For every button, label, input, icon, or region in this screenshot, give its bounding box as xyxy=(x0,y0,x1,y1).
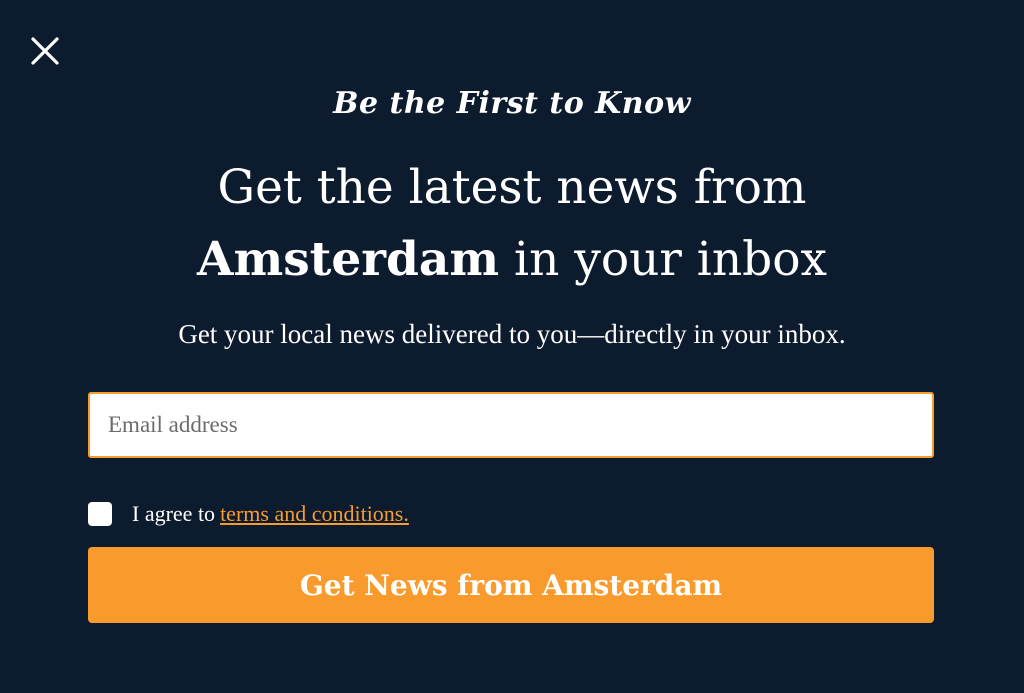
agree-label: I agree to xyxy=(132,501,216,526)
agree-row: I agree to terms and conditions. xyxy=(88,498,409,530)
email-input[interactable] xyxy=(88,392,934,458)
close-button[interactable] xyxy=(24,30,66,72)
headline-line-2: in your inbox xyxy=(499,232,827,287)
headline-city: Amsterdam xyxy=(197,232,500,287)
terms-link[interactable]: terms and conditions. xyxy=(220,501,409,527)
headline: Get the latest news from Amsterdam in yo… xyxy=(0,152,1024,296)
get-news-button[interactable]: Get News from Amsterdam xyxy=(88,547,934,623)
headline-line-1: Get the latest news from xyxy=(217,160,807,215)
close-icon xyxy=(31,37,59,65)
agree-checkbox[interactable] xyxy=(88,502,112,526)
kicker-title: Be the First to Know xyxy=(333,86,691,121)
subheading: Get your local news delivered to you—dir… xyxy=(178,319,846,349)
